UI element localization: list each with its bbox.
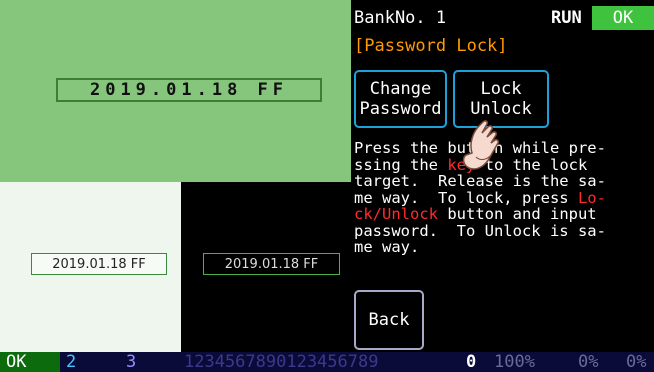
lock-unlock-label-1: Lock [480,79,522,99]
status-ok: OK [0,352,60,372]
bank-number: BankNo. 1 [354,8,447,28]
change-password-label-1: Change [369,79,432,99]
ok-status-badge: OK [592,6,654,30]
preview-date-light: 2019.01.18 FF [31,253,167,275]
screen-title: [Password Lock] [354,36,508,56]
status-percent-3: 0% [626,352,647,372]
status-channel-3: 3 [120,352,182,372]
status-percent-2: 0% [578,352,599,372]
status-channel-2: 2 [60,352,120,372]
change-password-label-2: Password [359,99,442,119]
preview-green-area: 2019.01.18 FF [0,0,351,182]
back-button[interactable]: Back [354,290,424,350]
run-status: RUN [551,8,582,28]
status-zero: 0 [466,352,477,372]
status-bar: OK 2 3 1234567890123456789 0 100% 0% 0% [0,352,654,372]
status-percent-1: 100% [494,352,535,372]
preview-large-date: 2019.01.18 FF [56,78,322,102]
hand-pointer-icon [462,120,499,170]
preview-date-dark: 2019.01.18 FF [203,253,340,275]
status-digits: 1234567890123456789 [184,352,379,372]
change-password-button[interactable]: Change Password [354,70,447,128]
